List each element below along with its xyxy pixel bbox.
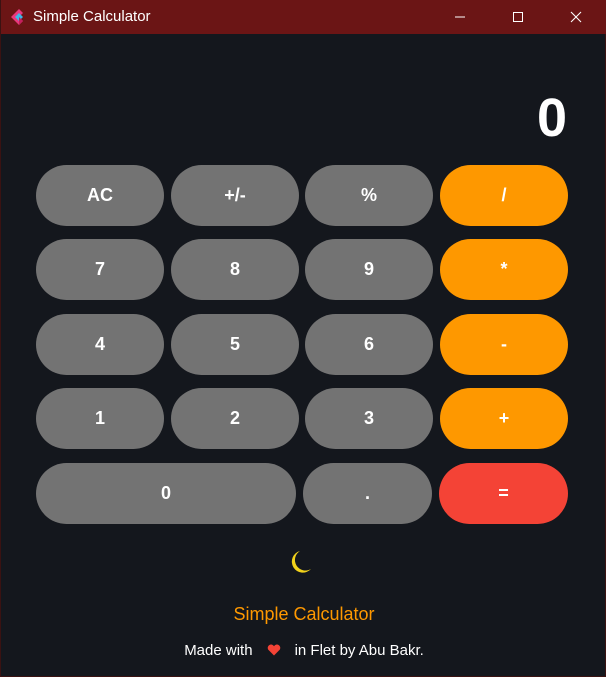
credit-prefix: Made with bbox=[184, 642, 253, 659]
footer-credit: Made with in Flet by Abu Bakr. bbox=[1, 641, 606, 661]
percent-button[interactable]: % bbox=[305, 165, 433, 226]
two-button[interactable]: 2 bbox=[171, 388, 299, 449]
decimal-button[interactable]: . bbox=[303, 463, 432, 524]
flet-app-icon bbox=[10, 8, 26, 26]
zero-button[interactable]: 0 bbox=[36, 463, 296, 524]
one-button[interactable]: 1 bbox=[36, 388, 164, 449]
maximize-icon bbox=[512, 11, 524, 23]
close-button[interactable] bbox=[547, 0, 605, 34]
multiply-button[interactable]: * bbox=[440, 239, 568, 300]
minimize-button[interactable] bbox=[431, 0, 489, 34]
eight-button[interactable]: 8 bbox=[171, 239, 299, 300]
minimize-icon bbox=[454, 11, 466, 23]
heart-icon bbox=[267, 642, 281, 656]
theme-toggle-button[interactable] bbox=[291, 549, 315, 575]
window-title: Simple Calculator bbox=[33, 8, 151, 25]
six-button[interactable]: 6 bbox=[305, 314, 433, 375]
five-button[interactable]: 5 bbox=[171, 314, 299, 375]
maximize-button[interactable] bbox=[489, 0, 547, 34]
three-button[interactable]: 3 bbox=[305, 388, 433, 449]
seven-button[interactable]: 7 bbox=[36, 239, 164, 300]
ac-button[interactable]: AC bbox=[36, 165, 164, 226]
plus-minus-button[interactable]: +/- bbox=[171, 165, 299, 226]
credit-suffix: in Flet by Abu Bakr. bbox=[294, 642, 424, 659]
calculator-window: Simple Calculator 0 AC +/- % / 7 8 9 * 4… bbox=[0, 0, 606, 677]
result-display: 0 bbox=[536, 88, 567, 148]
divide-button[interactable]: / bbox=[440, 165, 568, 226]
close-icon bbox=[570, 11, 582, 23]
equals-button[interactable]: = bbox=[439, 463, 568, 524]
moon-icon bbox=[291, 551, 315, 579]
plus-button[interactable]: + bbox=[440, 388, 568, 449]
four-button[interactable]: 4 bbox=[36, 314, 164, 375]
nine-button[interactable]: 9 bbox=[305, 239, 433, 300]
title-bar[interactable]: Simple Calculator bbox=[1, 0, 606, 34]
minus-button[interactable]: - bbox=[440, 314, 568, 375]
footer-title: Simple Calculator bbox=[233, 604, 375, 624]
